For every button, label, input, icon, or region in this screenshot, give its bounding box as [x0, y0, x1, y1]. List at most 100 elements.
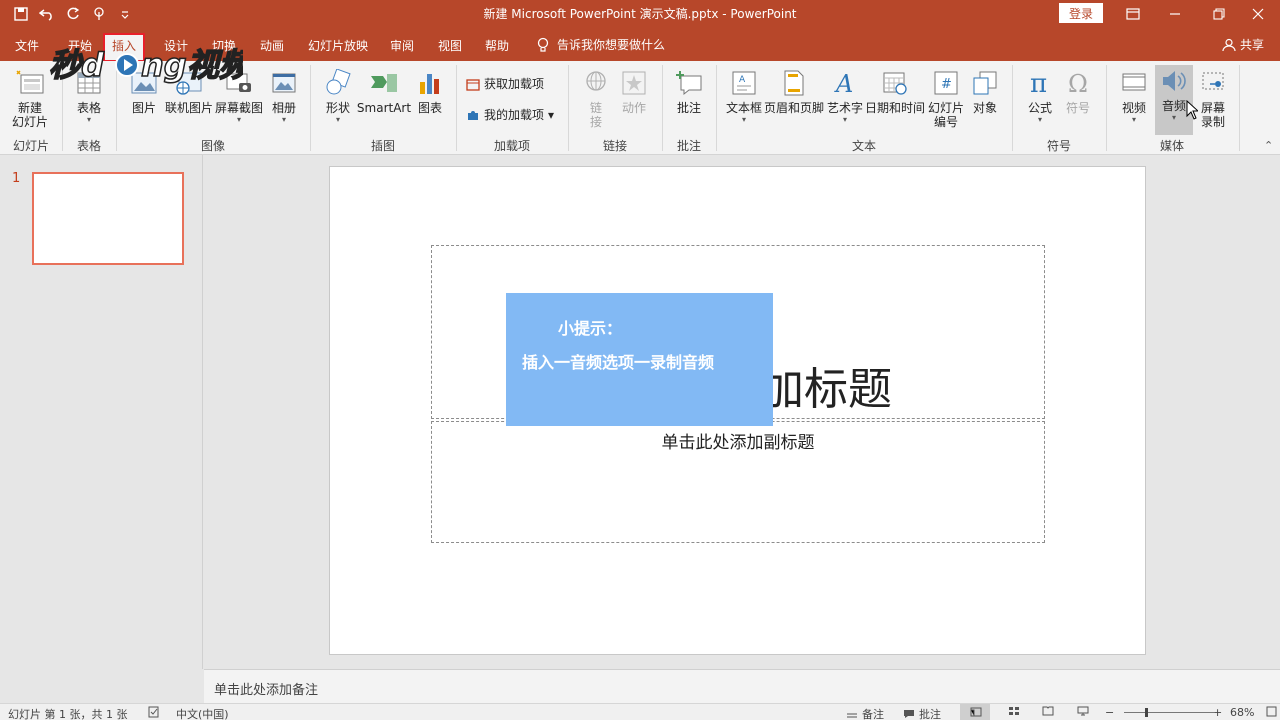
group-label-links: 链接: [602, 139, 627, 153]
shapes-button[interactable]: 形状 ▾: [320, 67, 356, 125]
new-slide-button[interactable]: 新建 幻灯片: [8, 67, 52, 129]
title-bar: 新建 Microsoft PowerPoint 演示文稿.pptx - Powe…: [0, 0, 1280, 28]
chart-icon: [414, 67, 446, 99]
zoom-out-icon[interactable]: −: [1105, 706, 1114, 719]
spellcheck-icon[interactable]: [148, 706, 160, 718]
video-button[interactable]: 视频 ▾: [1115, 67, 1153, 125]
addin-puzzle-icon: [468, 110, 478, 120]
notes-toggle[interactable]: 备注: [846, 706, 884, 720]
my-addins-button[interactable]: 我的加载项 ▾: [466, 106, 554, 123]
reading-view-icon[interactable]: [1042, 706, 1054, 716]
dropdown-icon: ▾: [236, 115, 241, 124]
equation-button[interactable]: π 公式 ▾: [1022, 67, 1058, 125]
photo-album-button[interactable]: 相册 ▾: [266, 67, 302, 125]
zoom-slider-track[interactable]: [1124, 712, 1214, 713]
normal-view-icon[interactable]: [960, 704, 990, 720]
tell-me-box[interactable]: 告诉我你想要做什么: [537, 36, 665, 53]
slide-thumbnail[interactable]: [32, 172, 184, 265]
video-label: 视频: [1121, 101, 1146, 115]
collapse-ribbon-icon[interactable]: ⌃: [1264, 139, 1273, 152]
dropdown-icon: ▾: [335, 115, 340, 124]
tab-view[interactable]: 视图: [438, 37, 462, 54]
minimize-icon[interactable]: [1153, 0, 1197, 28]
tab-slideshow[interactable]: 幻灯片放映: [308, 37, 368, 54]
tip-heading: 小提示：: [558, 319, 623, 338]
slideshow-icon[interactable]: [1077, 706, 1089, 716]
slide-number-button[interactable]: # 幻灯片 编号: [926, 67, 966, 129]
tab-file[interactable]: 文件: [15, 37, 39, 54]
chart-button[interactable]: 图表: [412, 67, 448, 115]
my-addins-label: 我的加载项: [484, 108, 545, 122]
smartart-button[interactable]: SmartArt: [356, 67, 412, 115]
picture-label: 图片: [131, 101, 156, 115]
symbol-button[interactable]: Ω 符号: [1060, 67, 1096, 115]
notes-icon: [847, 713, 857, 718]
screen-recording-label-2: 录制: [1200, 115, 1225, 129]
language-indicator[interactable]: 中文(中国): [176, 706, 229, 720]
object-icon: [969, 67, 1001, 99]
photo-album-icon: [268, 67, 300, 99]
status-bar: 幻灯片 第 1 张，共 1 张 中文(中国) 备注 批注 − + 68%: [0, 703, 1280, 720]
dropdown-icon: ▾: [1131, 115, 1136, 124]
chart-label: 图表: [417, 101, 442, 115]
share-label: 共享: [1240, 38, 1265, 52]
slide-count: 幻灯片 第 1 张，共 1 张: [8, 708, 128, 720]
smartart-label: SmartArt: [356, 101, 412, 115]
textbox-button[interactable]: A 文本框 ▾: [724, 67, 764, 125]
link-label-1: 链: [589, 101, 602, 115]
get-addins-button[interactable]: 获取加载项: [466, 75, 544, 92]
group-label-comments: 批注: [676, 139, 701, 153]
slide-thumbnail-number: 1: [12, 171, 21, 186]
tip-overlay: 小提示： 插入一音频选项一录制音频: [506, 293, 773, 426]
tab-help[interactable]: 帮助: [485, 37, 509, 54]
zoom-in-icon[interactable]: +: [1213, 706, 1222, 719]
action-star-icon: [618, 67, 650, 99]
link-globe-icon: [580, 67, 612, 99]
share-button[interactable]: 共享: [1222, 36, 1264, 53]
notes-placeholder: 单击此处添加备注: [214, 683, 319, 698]
new-slide-label-1: 新建: [17, 101, 42, 115]
date-time-button[interactable]: 日期和时间: [865, 67, 926, 115]
screen-recording-icon: [1197, 67, 1229, 99]
tell-me-text: 告诉我你想要做什么: [557, 38, 666, 52]
audio-label: 音频: [1161, 99, 1186, 113]
dropdown-icon: ▾: [281, 115, 286, 124]
table-label: 表格: [76, 101, 101, 115]
login-button[interactable]: 登录: [1059, 3, 1103, 23]
svg-text:#: #: [941, 77, 952, 92]
object-button[interactable]: 对象: [968, 67, 1002, 115]
ribbon-display-options-icon[interactable]: [1111, 0, 1155, 28]
fit-to-window-icon[interactable]: [1266, 706, 1277, 717]
dropdown-icon: ▾: [1037, 115, 1042, 124]
wordart-button[interactable]: A 艺术字 ▾: [826, 67, 864, 125]
tab-animations[interactable]: 动画: [260, 37, 284, 54]
shapes-icon: [322, 67, 354, 99]
tab-review[interactable]: 审阅: [390, 37, 414, 54]
group-label-text: 文本: [851, 139, 876, 153]
screen-recording-button[interactable]: 屏幕 录制: [1196, 67, 1230, 129]
dropdown-icon: ▾: [842, 115, 847, 124]
comments-toggle-label: 批注: [919, 708, 941, 720]
svg-text:ng视频: ng视频: [141, 46, 243, 84]
restore-icon[interactable]: [1197, 0, 1241, 28]
comment-button[interactable]: 批注: [670, 67, 708, 115]
close-icon[interactable]: [1236, 0, 1280, 28]
action-button[interactable]: 动作: [616, 67, 652, 115]
zoom-level[interactable]: 68%: [1230, 706, 1254, 719]
svg-text:A: A: [739, 75, 746, 85]
wordart-icon: A: [829, 67, 861, 99]
wordart-label: 艺术字: [826, 101, 863, 115]
screen-recording-label-1: 屏幕: [1200, 101, 1225, 115]
screenshot-label: 屏幕截图: [214, 101, 263, 115]
date-time-label: 日期和时间: [865, 101, 926, 115]
speaker-icon: [1158, 65, 1190, 97]
header-footer-icon: [778, 67, 810, 99]
slide-sorter-icon[interactable]: [1008, 706, 1020, 716]
zoom-slider-thumb[interactable]: [1145, 708, 1148, 717]
link-button[interactable]: 链 接: [578, 67, 614, 129]
dropdown-icon: ▾: [1171, 113, 1176, 122]
notes-pane[interactable]: 单击此处添加备注: [204, 669, 1280, 703]
textbox-icon: A: [728, 67, 760, 99]
comments-toggle[interactable]: 批注: [903, 706, 941, 720]
header-footer-button[interactable]: 页眉和页脚: [764, 67, 824, 115]
